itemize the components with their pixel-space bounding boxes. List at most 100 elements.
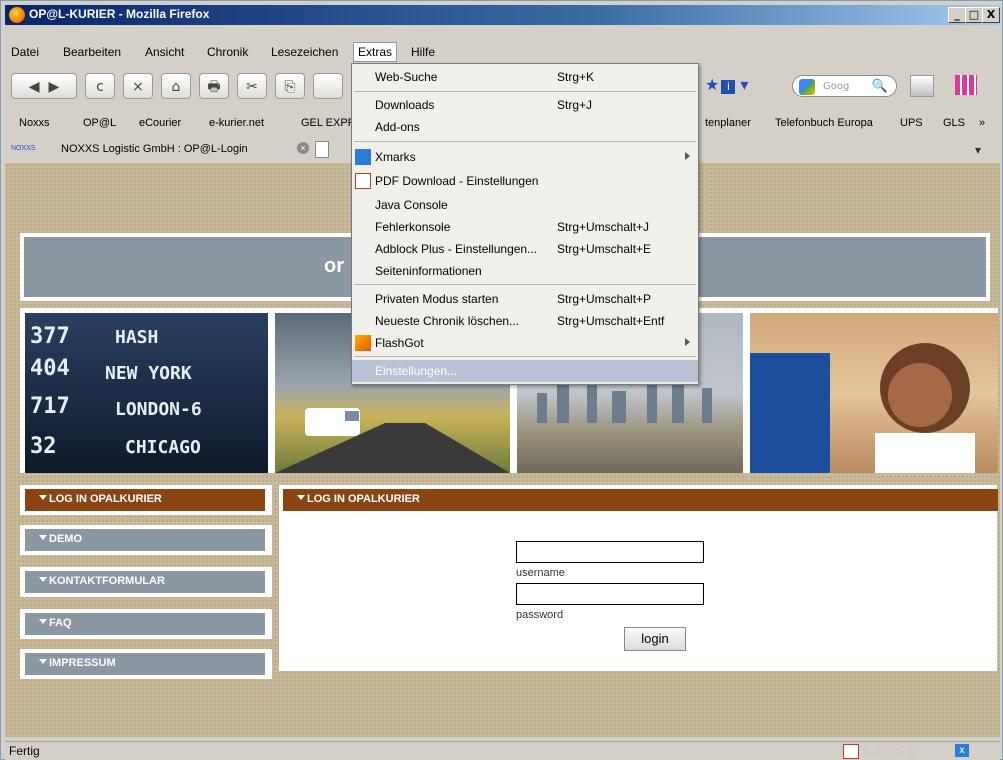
menu-item-xmarks[interactable]: Xmarks: [352, 146, 698, 168]
bookmark-star-icon[interactable]: ★ i ▾: [705, 75, 748, 94]
menu-item-label: Fehlerkonsole: [375, 220, 451, 234]
back-icon[interactable]: ◀: [29, 79, 40, 95]
cut-button[interactable]: ✂: [237, 73, 267, 99]
sidebar-item-label: KONTAKTFORMULAR: [49, 575, 165, 587]
sidebar-item-impressum[interactable]: IMPRESSUM: [20, 649, 272, 679]
menu-item-shortcut: Strg+Umschalt+E: [557, 242, 652, 256]
username-input[interactable]: [516, 541, 704, 563]
forward-icon[interactable]: ▶: [48, 79, 59, 95]
password-input[interactable]: [516, 583, 704, 605]
triangle-down-icon: [297, 495, 305, 500]
menu-extras[interactable]: Extras: [353, 42, 398, 62]
info-icon[interactable]: i: [721, 80, 736, 94]
username-label: username: [516, 567, 565, 579]
close-button[interactable]: X: [982, 7, 1000, 23]
status-bar: Fertig ☆☆☆☆☆ x: [5, 741, 1000, 760]
maximize-button[interactable]: □: [965, 7, 983, 23]
xmarks-icon: [355, 149, 371, 165]
xmarks-status-icon[interactable]: x: [955, 744, 969, 757]
minimize-button[interactable]: _: [948, 7, 966, 23]
menu-item-label: Seiteninformationen: [375, 264, 482, 278]
menu-item-privater-modus[interactable]: Privaten Modus starten Strg+Umschalt+P: [352, 288, 698, 310]
bookmark-ekurier[interactable]: e-kurier.net: [209, 117, 264, 129]
menu-item-seiteninformationen[interactable]: Seiteninformationen: [352, 260, 698, 282]
menu-item-label: Add-ons: [375, 120, 420, 134]
new-tab-icon[interactable]: [315, 141, 329, 158]
search-box[interactable]: Goog 🔍: [792, 75, 897, 97]
menu-separator: [354, 91, 696, 92]
menu-item-adblock[interactable]: Adblock Plus - Einstellungen... Strg+Ums…: [352, 238, 698, 260]
menu-item-shortcut: Strg+Umschalt+J: [557, 220, 650, 234]
tab-favicon: NOXXS: [11, 145, 36, 152]
sidebar-item-kontaktformular[interactable]: KONTAKTFORMULAR: [20, 567, 272, 597]
login-panel: LOG IN OPALKURIER username password logi…: [279, 485, 998, 671]
menu-item-einstellungen[interactable]: Einstellungen...: [352, 360, 698, 382]
pdf-download-icon[interactable]: [910, 75, 934, 97]
triangle-down-icon: [39, 619, 47, 624]
home-button[interactable]: ⌂: [161, 73, 191, 99]
sidebar-item-demo[interactable]: DEMO: [20, 525, 272, 555]
menu-datei[interactable]: Datei: [7, 43, 43, 61]
menu-hilfe[interactable]: Hilfe: [407, 43, 439, 61]
sidebar-item-demo-bg: DEMO: [25, 529, 265, 551]
print-button[interactable]: 🖶: [199, 73, 229, 99]
bookmarks-overflow[interactable]: »: [979, 117, 985, 129]
menu-chronik[interactable]: Chronik: [203, 43, 252, 61]
apps-icon[interactable]: [955, 75, 977, 95]
bookmark-opal[interactable]: OP@L: [83, 117, 116, 129]
menu-item-chronik-loeschen[interactable]: Neueste Chronik löschen... Strg+Umschalt…: [352, 310, 698, 332]
tab-list-icon[interactable]: ▾: [975, 143, 981, 157]
flashgot-icon: [355, 335, 371, 351]
bookmark-gls[interactable]: GLS: [943, 117, 965, 129]
login-button[interactable]: login: [624, 627, 686, 651]
menu-ansicht[interactable]: Ansicht: [141, 43, 188, 61]
courier-image: [750, 343, 975, 473]
board-city-2: NEW YORK: [105, 363, 192, 384]
bookmark-routenplaner[interactable]: tenplaner: [705, 117, 751, 129]
extras-menu: Web-Suche Strg+K Downloads Strg+J Add-on…: [351, 63, 699, 385]
menu-bar: Datei Bearbeiten Ansicht Chronik Lesezei…: [5, 41, 1000, 63]
menu-item-label: Neueste Chronik löschen...: [375, 314, 520, 328]
search-placeholder: Goog: [823, 81, 850, 92]
menu-separator: [354, 356, 696, 357]
login-panel-title: LOG IN OPALKURIER: [307, 493, 420, 505]
menu-bearbeiten[interactable]: Bearbeiten: [59, 43, 125, 61]
paste-button[interactable]: [313, 73, 343, 99]
bookmark-noxxs[interactable]: Noxxs: [19, 117, 50, 129]
search-icon[interactable]: 🔍: [872, 76, 888, 98]
submenu-arrow-icon: [685, 338, 690, 346]
menu-item-label: Einstellungen...: [375, 364, 458, 378]
board-number-3: 717: [30, 394, 70, 419]
departure-board-photo: 377 HASH 404 NEW YORK 717 LONDON-6 32 CH…: [25, 313, 268, 473]
bookmark-ups[interactable]: UPS: [900, 117, 923, 129]
sidebar-item-login-bg: LOG IN OPALKURIER: [25, 489, 265, 511]
stop-button[interactable]: ×: [123, 73, 153, 99]
sidebar-item-faq[interactable]: FAQ: [20, 609, 272, 639]
tab-noxxs[interactable]: NOXXS NOXXS Logistic GmbH : OP@L-Login ×: [9, 139, 329, 161]
back-forward-button[interactable]: ◀ ▶: [11, 73, 77, 99]
rating-stars[interactable]: ☆☆☆☆☆: [860, 743, 919, 759]
menu-item-java-console[interactable]: Java Console: [352, 194, 698, 216]
menu-item-pdf-download[interactable]: PDF Download - Einstellungen: [352, 170, 698, 192]
bookmark-telefonbuch[interactable]: Telefonbuch Europa: [775, 117, 873, 129]
menu-item-add-ons[interactable]: Add-ons: [352, 116, 698, 138]
bookmark-gel-express[interactable]: GEL EXPR: [301, 117, 356, 129]
password-label: password: [516, 609, 564, 621]
triangle-down-icon: [39, 659, 47, 664]
pdf-status-icon[interactable]: [843, 744, 859, 759]
menu-item-downloads[interactable]: Downloads Strg+J: [352, 94, 698, 116]
copy-button[interactable]: ⎘: [275, 73, 305, 99]
bookmark-ecourier[interactable]: eCourier: [139, 117, 181, 129]
board-number-1: 377: [30, 324, 70, 349]
sidebar-item-login[interactable]: LOG IN OPALKURIER: [20, 485, 272, 515]
tab-close-icon[interactable]: ×: [297, 142, 309, 154]
menu-item-label: Downloads: [375, 98, 435, 112]
menu-item-fehlerkonsole[interactable]: Fehlerkonsole Strg+Umschalt+J: [352, 216, 698, 238]
menu-lesezeichen[interactable]: Lesezeichen: [267, 43, 342, 61]
reload-button[interactable]: c: [85, 73, 115, 99]
tab-label: NOXXS Logistic GmbH : OP@L-Login: [61, 143, 248, 155]
courier-woman-photo: [750, 313, 998, 473]
menu-item-web-suche[interactable]: Web-Suche Strg+K: [352, 66, 698, 88]
menu-item-flashgot[interactable]: FlashGot: [352, 332, 698, 354]
board-number-2: 404: [30, 356, 70, 381]
